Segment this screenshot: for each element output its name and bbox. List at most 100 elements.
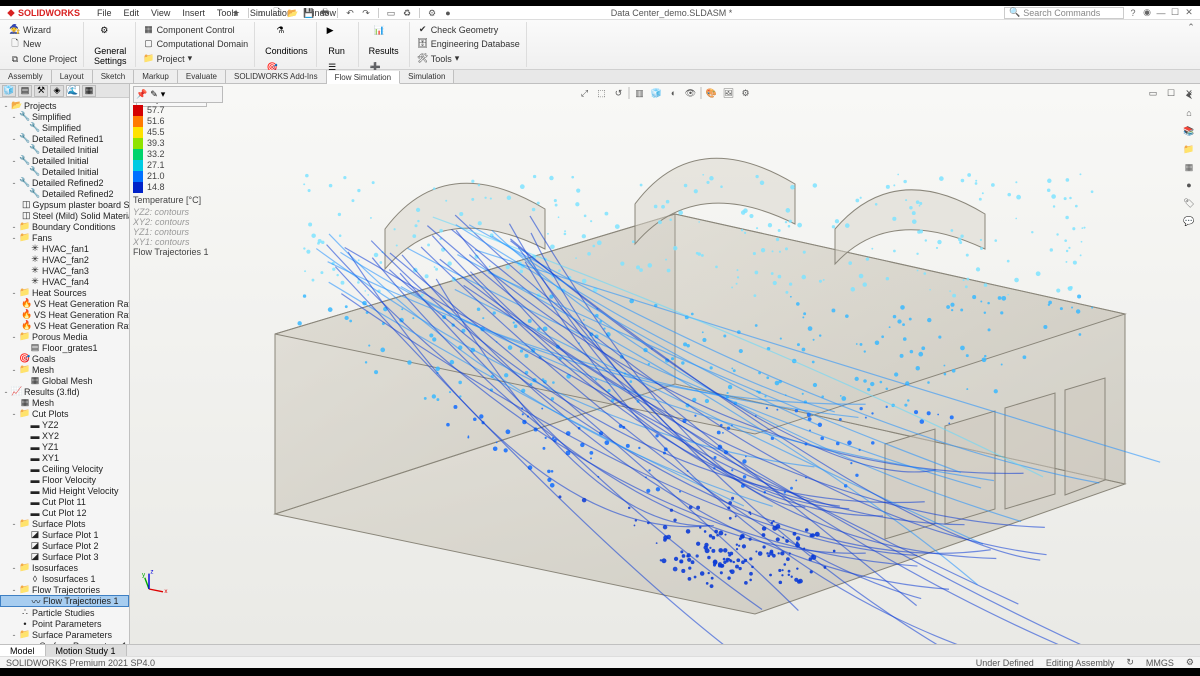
tree-node[interactable]: -🔧Detailed Refined2 (0, 177, 129, 188)
tree-node[interactable]: •Point Parameters (0, 618, 129, 629)
status-reload-icon[interactable]: ↻ (1126, 657, 1134, 668)
tab-markup[interactable]: Markup (134, 70, 178, 83)
tree-node[interactable]: -📁Flow Trajectories (0, 584, 129, 595)
results-button[interactable]: 📊Results (365, 23, 403, 58)
tree-node[interactable]: 〰Flow Trajectories 1 (0, 595, 129, 607)
tree-node[interactable]: ◫Gypsum plaster board Sc (0, 199, 129, 210)
help-question-icon[interactable]: ? (1128, 8, 1138, 18)
color-legend[interactable]: 📌 ✎ ▾ 57.751.645.539.333.227.121.014.8 T… (133, 86, 223, 257)
run-button[interactable]: ▶Run (323, 23, 351, 58)
tree-node[interactable]: -📁Porous Media (0, 331, 129, 342)
home-icon[interactable]: ⌂ (255, 7, 267, 19)
clone-project-button[interactable]: ⧉Clone Project (8, 54, 79, 64)
tree-node[interactable]: ▬Cut Plot 12 (0, 507, 129, 518)
search-commands[interactable]: 🔍 Search Commands (1004, 7, 1124, 19)
tab-flow-simulation[interactable]: Flow Simulation (327, 71, 400, 84)
tree-node[interactable]: ▦Mesh (0, 397, 129, 408)
computational-domain-button[interactable]: ▢Computational Domain (142, 39, 251, 49)
tree-node[interactable]: -📁Isosurfaces (0, 562, 129, 573)
component-control-button[interactable]: ▦Component Control (142, 25, 237, 35)
orientation-triad-icon[interactable]: x y z (142, 568, 170, 596)
legend-item[interactable]: YZ1: contours (133, 227, 223, 237)
tree-node[interactable]: 🔥VS Heat Generation Rate (0, 298, 129, 309)
tree-node[interactable]: ✳HVAC_fan4 (0, 276, 129, 287)
more-icon[interactable]: ▾ (161, 89, 166, 100)
tree-node[interactable]: ▬Mid Height Velocity (0, 485, 129, 496)
tree-node[interactable]: -🔧Detailed Refined1 (0, 133, 129, 144)
geo-icon[interactable]: ◉ (1142, 8, 1152, 18)
wizard-button[interactable]: 🧙Wizard (8, 25, 53, 35)
appearance-icon[interactable]: ● (442, 7, 454, 19)
menu-file[interactable]: File (94, 7, 115, 19)
tree-node[interactable]: 🔧Detailed Refined2 (0, 188, 129, 199)
tree-node[interactable]: -📁Heat Sources (0, 287, 129, 298)
tree-node[interactable]: ▬YZ1 (0, 441, 129, 452)
tab-solidworks-add-ins[interactable]: SOLIDWORKS Add-Ins (226, 70, 327, 83)
ribbon-collapse-icon[interactable]: ⌃ (1186, 22, 1196, 32)
bottom-tab-model[interactable]: Model (0, 645, 46, 656)
tab-sketch[interactable]: Sketch (93, 70, 134, 83)
status-custom-icon[interactable]: ⚙ (1186, 657, 1194, 668)
tree-node[interactable]: ◊Isosurfaces 1 (0, 573, 129, 584)
project-dropdown[interactable]: 📁Project▾ (142, 53, 195, 64)
rebuild-icon[interactable]: ♻ (401, 7, 413, 19)
tree-node[interactable]: ▭Surface Parameters 1 (0, 640, 129, 644)
close-icon[interactable]: ✕ (1184, 8, 1194, 18)
menu-view[interactable]: View (148, 7, 173, 19)
help-icon[interactable]: ★ (230, 7, 242, 19)
tree-node[interactable]: ◪Surface Plot 3 (0, 551, 129, 562)
legend-item[interactable]: Flow Trajectories 1 (133, 247, 223, 257)
tree-node[interactable]: ◪Surface Plot 1 (0, 529, 129, 540)
check-geometry-button[interactable]: ✔Check Geometry (416, 25, 501, 35)
tree-node[interactable]: -📁Cut Plots (0, 408, 129, 419)
menu-edit[interactable]: Edit (121, 7, 143, 19)
tree-node[interactable]: -📁Surface Parameters (0, 629, 129, 640)
tree-node[interactable]: -📁Surface Plots (0, 518, 129, 529)
tree-node[interactable]: -📁Fans (0, 232, 129, 243)
tab-assembly[interactable]: Assembly (0, 70, 52, 83)
tree-node[interactable]: ▬XY1 (0, 452, 129, 463)
tree-node[interactable]: ▬Ceiling Velocity (0, 463, 129, 474)
legend-item[interactable]: XY1: contours (133, 237, 223, 247)
feature-manager-tab-icon[interactable]: 🧊 (2, 85, 16, 97)
new-project-button[interactable]: 🗋New (8, 39, 43, 49)
tree-node[interactable]: -🔧Simplified (0, 111, 129, 122)
tree-node[interactable]: -📂Projects (0, 100, 129, 111)
model-canvas[interactable] (130, 84, 1200, 644)
tree-node[interactable]: ▬Cut Plot 11 (0, 496, 129, 507)
tools-dropdown[interactable]: 🛠Tools▾ (416, 53, 462, 64)
tree-node[interactable]: ◫Steel (Mild) Solid Materia (0, 210, 129, 221)
new-doc-icon[interactable]: 🗋 (271, 7, 283, 19)
undo-icon[interactable]: ↶ (344, 7, 356, 19)
save-icon[interactable]: 💾 (303, 7, 315, 19)
legend-item[interactable]: YZ2: contours (133, 207, 223, 217)
general-settings-button[interactable]: ⚙General Settings (90, 23, 131, 68)
tree-node[interactable]: ▬XY2 (0, 430, 129, 441)
maximize-icon[interactable]: ☐ (1170, 8, 1180, 18)
flow-simulation-tab-icon[interactable]: 🌊 (66, 85, 80, 97)
conditions-button[interactable]: ⚗Conditions (261, 23, 312, 58)
tab-evaluate[interactable]: Evaluate (178, 70, 226, 83)
tree-node[interactable]: -📁Mesh (0, 364, 129, 375)
tree-node[interactable]: -📈Results (3.fld) (0, 386, 129, 397)
configuration-manager-tab-icon[interactable]: ⚒ (34, 85, 48, 97)
tree-node[interactable]: ∴Particle Studies (0, 607, 129, 618)
tree-node[interactable]: 🎯Goals (0, 353, 129, 364)
tree-node[interactable]: 🔧Detailed Initial (0, 144, 129, 155)
edit-icon[interactable]: ✎ (150, 89, 158, 100)
options-icon[interactable]: ⚙ (426, 7, 438, 19)
legend-item[interactable]: XY2: contours (133, 217, 223, 227)
display-manager-tab-icon[interactable]: ▦ (82, 85, 96, 97)
dimxpert-tab-icon[interactable]: ◈ (50, 85, 64, 97)
tree-node[interactable]: 🔧Simplified (0, 122, 129, 133)
tree-node[interactable]: ◪Surface Plot 2 (0, 540, 129, 551)
status-units[interactable]: MMGS (1146, 658, 1174, 668)
tree-node[interactable]: ▬YZ2 (0, 419, 129, 430)
engineering-database-button[interactable]: 🗄Engineering Database (416, 39, 522, 49)
tree-node[interactable]: 🔥VS Heat Generation Rate (0, 309, 129, 320)
menu-insert[interactable]: Insert (179, 7, 208, 19)
graphics-viewport[interactable]: ● ● | 🧊 Mirror1 ⤢ ⬚ ↺ ▥ 🧊 ◐ 👁 🎨 🖼 ⚙ (130, 84, 1200, 644)
tree-node[interactable]: ✳HVAC_fan2 (0, 254, 129, 265)
tree-node[interactable]: ✳HVAC_fan1 (0, 243, 129, 254)
tree-node[interactable]: 🔧Detailed Initial (0, 166, 129, 177)
